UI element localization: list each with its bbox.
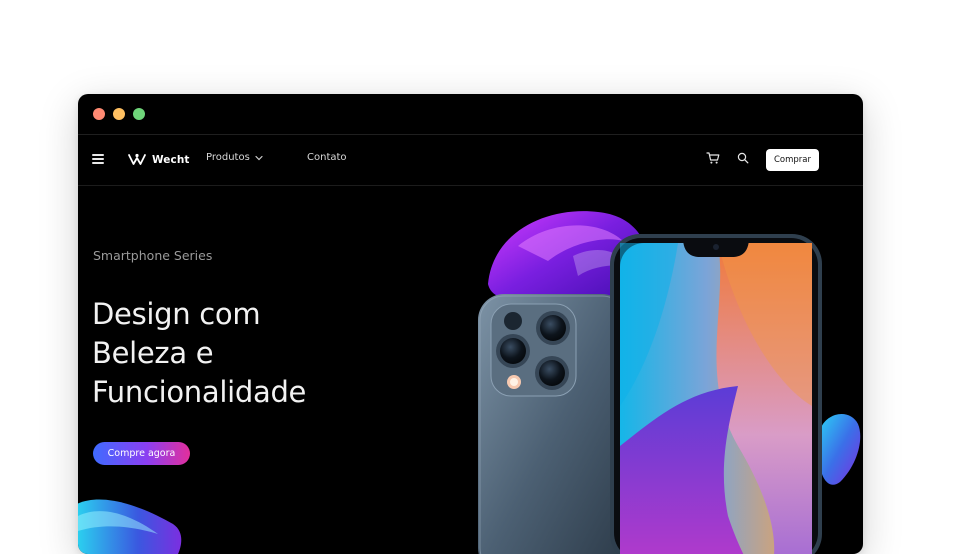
- buy-button[interactable]: Comprar: [766, 149, 819, 171]
- site-navbar: Wecht Produtos Contato Comprar: [78, 135, 863, 186]
- nav-link-contato-label: Contato: [307, 152, 347, 163]
- hero-headline: Design com Beleza e Funcionalidade: [92, 295, 306, 412]
- window-titlebar: [78, 94, 863, 135]
- nav-link-produtos-label: Produtos: [206, 152, 250, 163]
- hero-section: Smartphone Series Design com Beleza e Fu…: [78, 186, 863, 554]
- brand-logo[interactable]: Wecht: [128, 150, 190, 170]
- buy-now-button[interactable]: Compre agora: [93, 442, 190, 465]
- close-window-button[interactable]: [93, 108, 105, 120]
- logo-mark-icon: [128, 153, 146, 165]
- nav-link-contato[interactable]: Contato: [307, 152, 347, 163]
- maximize-window-button[interactable]: [133, 108, 145, 120]
- hero-headline-line: Beleza e: [92, 336, 214, 370]
- hero-headline-line: Design com: [92, 297, 261, 331]
- minimize-window-button[interactable]: [113, 108, 125, 120]
- search-icon[interactable]: [737, 152, 749, 164]
- nav-link-produtos[interactable]: Produtos: [206, 152, 263, 163]
- hero-headline-line: Funcionalidade: [92, 375, 307, 409]
- brand-name: Wecht: [152, 154, 190, 166]
- hero-eyebrow: Smartphone Series: [93, 248, 213, 263]
- chevron-down-icon: [255, 155, 263, 160]
- cart-icon[interactable]: [706, 151, 720, 165]
- hamburger-icon[interactable]: [92, 154, 104, 164]
- browser-window: Wecht Produtos Contato Comprar Smartphon…: [78, 94, 863, 554]
